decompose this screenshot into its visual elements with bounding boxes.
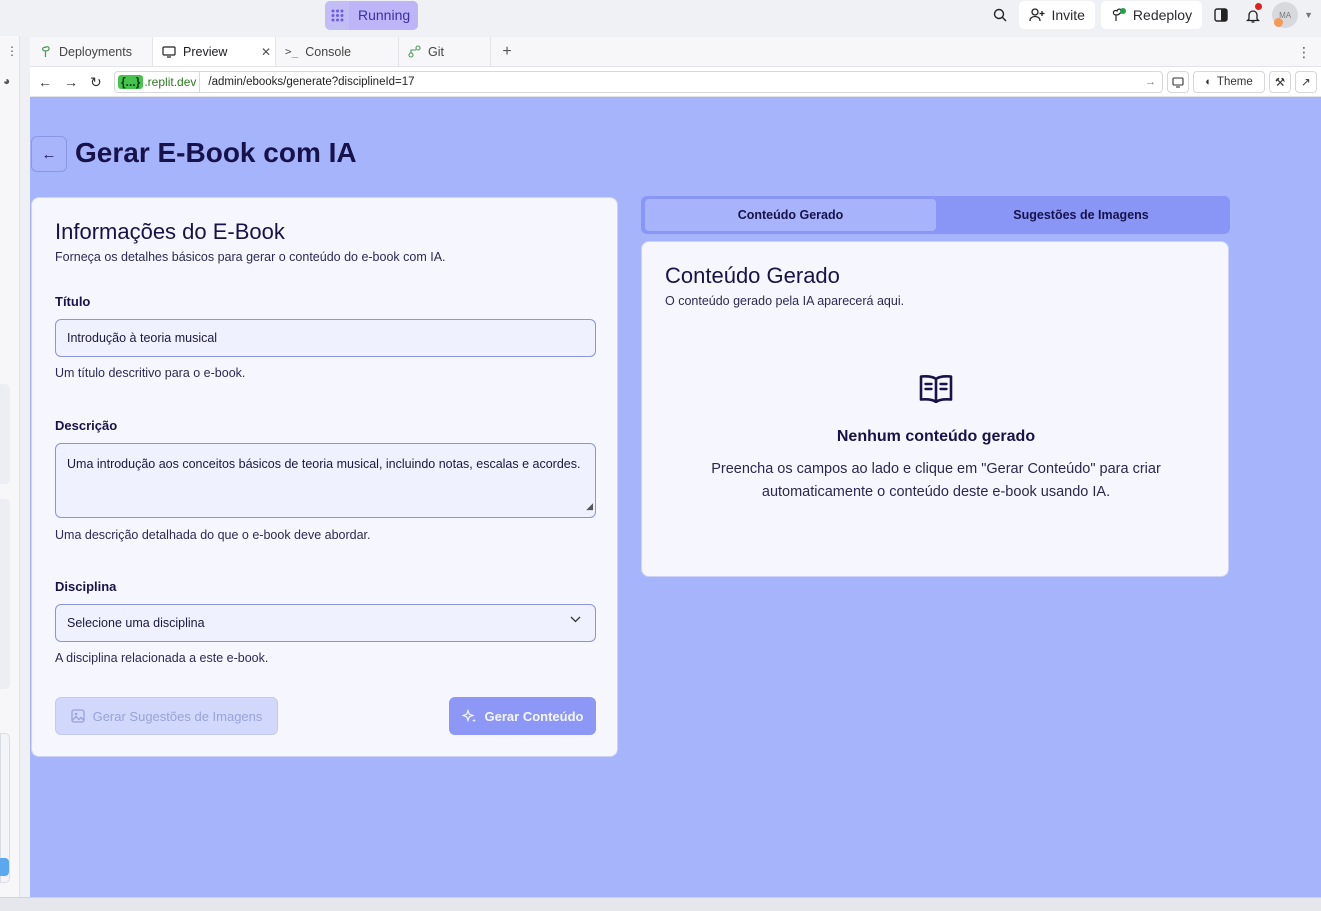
layout-toggle-button[interactable] [1208, 1, 1234, 29]
redeploy-label: Redeploy [1132, 7, 1193, 23]
tab-console[interactable]: >_ Console [276, 37, 399, 66]
arrow-left-icon: ← [41, 145, 57, 163]
card-heading: Informações do E-Book [55, 219, 285, 244]
title-input-value: Introdução à teoria musical [67, 331, 218, 345]
title-label: Título [55, 294, 91, 309]
tab-image-suggestions[interactable]: Sugestões de Imagens [936, 199, 1226, 231]
app-content: ← Gerar E-Book com IA Informações do E-B… [30, 97, 1321, 897]
devtools-button[interactable] [1167, 71, 1189, 93]
open-new-tab-button[interactable]: ↗ [1295, 71, 1317, 93]
description-textarea[interactable]: Uma introdução aos conceitos básicos de … [55, 443, 596, 518]
chevron-down-icon[interactable]: ▼ [1304, 10, 1313, 20]
grid-icon [325, 1, 349, 30]
title-input[interactable]: Introdução à teoria musical [55, 319, 596, 357]
monitor-icon [1172, 76, 1184, 88]
notifications-button[interactable] [1240, 1, 1266, 29]
git-icon [408, 45, 421, 58]
left-panel-send-button[interactable] [0, 858, 9, 876]
theme-label: Theme [1216, 76, 1253, 88]
pane-tabs: Deployments Preview ✕ >_ Console Git + ⋮ [30, 37, 1321, 67]
tab-label: Git [428, 44, 444, 59]
discipline-label: Disciplina [55, 579, 117, 594]
generate-image-suggestions-button[interactable]: Gerar Sugestões de Imagens [55, 697, 278, 735]
more-options-icon[interactable]: ⋮ [1297, 44, 1311, 61]
search-button[interactable] [987, 1, 1013, 29]
discipline-help: A disciplina relacionada a este e-book. [55, 651, 269, 665]
theme-button[interactable]: ◐ Theme [1193, 71, 1265, 93]
preview-icon [162, 45, 176, 58]
domain-pill[interactable]: {...} .replit.dev [115, 72, 201, 92]
card-subheading: O conteúdo gerado pela IA aparecerá aqui… [665, 294, 905, 308]
url-path: /admin/ebooks/generate?disciplineId=17 [208, 76, 415, 88]
page-title: Gerar E-Book com IA [75, 137, 357, 168]
output-tabs: Conteúdo Gerado Sugestões de Imagens [641, 196, 1230, 234]
more-options-icon[interactable]: ⋮ [6, 44, 18, 58]
workspace-header: Running Invite Redeploy MA ▼ [0, 0, 1321, 36]
avatar[interactable]: MA [1272, 2, 1299, 28]
generate-content-button[interactable]: Gerar Conteúdo [449, 697, 596, 735]
tab-label: Deployments [59, 44, 132, 59]
description-value: Uma introdução aos conceitos básicos de … [67, 457, 581, 471]
notification-dot [1255, 3, 1263, 10]
left-panel-strip: ⋮ ◕ [0, 36, 20, 898]
close-icon[interactable]: ✕ [261, 45, 271, 59]
external-link-icon: ↗ [1301, 77, 1311, 89]
wrench-icon: ⚒ [1274, 77, 1286, 89]
add-tab-button[interactable]: + [491, 37, 523, 66]
redeploy-button[interactable]: Redeploy [1100, 1, 1203, 29]
description-help: Uma descrição detalhada do que o e-book … [55, 528, 371, 542]
deploy-icon [1112, 8, 1126, 21]
tools-button[interactable]: ⚒ [1269, 71, 1291, 93]
palette-icon: ◐ [1205, 76, 1212, 88]
image-icon [70, 709, 85, 723]
left-panel-card [0, 384, 10, 484]
domain-text: .replit.dev [144, 75, 197, 89]
tab-preview[interactable]: Preview ✕ [153, 37, 276, 66]
console-icon: >_ [285, 45, 299, 58]
sparkles-icon [461, 708, 476, 722]
empty-state-title: Nenhum conteúdo gerado [836, 428, 1036, 445]
run-status-label: Running [349, 1, 419, 30]
go-arrow-icon[interactable]: → [1145, 76, 1162, 88]
tab-label: Console [305, 44, 352, 59]
run-status-button[interactable]: Running [325, 1, 419, 30]
gauge-icon[interactable]: ◕ [3, 74, 10, 88]
deployments-icon [42, 46, 50, 57]
avatar-status-dot [1274, 18, 1284, 27]
plus-icon: + [502, 42, 512, 60]
invite-label: Invite [1051, 7, 1085, 23]
title-help: Um título descritivo para o e-book. [55, 366, 246, 380]
card-heading: Conteúdo Gerado [665, 263, 840, 288]
empty-state-text: Preencha os campos ao lado e clique em "… [711, 461, 1161, 500]
tab-label: Preview [183, 44, 228, 59]
domain-code: {...} [118, 75, 144, 89]
discipline-select-value: Selecione uma disciplina [67, 616, 205, 630]
chevron-down-icon [570, 616, 581, 623]
add-user-icon [1029, 8, 1045, 22]
generate-button-label: Gerar Conteúdo [484, 708, 584, 724]
card-subheading: Forneça os detalhes básicos para gerar o… [55, 250, 446, 264]
image-button-label: Gerar Sugestões de Imagens [92, 708, 263, 724]
forward-arrow-icon[interactable]: → [64, 74, 78, 90]
discipline-select[interactable]: Selecione uma disciplina [55, 604, 596, 642]
resize-handle-icon[interactable]: ◢ [586, 497, 593, 515]
preview-url-bar: ← → ↻ {...} .replit.dev /admin/ebooks/ge… [30, 67, 1321, 97]
status-bar [0, 897, 1321, 911]
layout-icon [1214, 8, 1228, 22]
description-label: Descrição [55, 418, 118, 433]
invite-button[interactable]: Invite [1019, 1, 1095, 29]
back-button[interactable]: ← [31, 136, 67, 172]
ebook-info-card: Informações do E-Book Forneça os detalhe… [31, 197, 618, 757]
back-arrow-icon[interactable]: ← [38, 74, 52, 90]
reload-icon[interactable]: ↻ [90, 74, 102, 91]
generated-content-card: Conteúdo Gerado O conteúdo gerado pela I… [641, 241, 1229, 577]
left-panel-card [0, 499, 10, 689]
tab-git[interactable]: Git [399, 37, 491, 66]
tab-generated-content[interactable]: Conteúdo Gerado [645, 199, 936, 231]
search-icon [994, 8, 1007, 22]
book-open-icon [919, 375, 953, 404]
url-field[interactable]: {...} .replit.dev /admin/ebooks/generate… [114, 71, 1163, 93]
tab-deployments[interactable]: Deployments [30, 37, 153, 66]
